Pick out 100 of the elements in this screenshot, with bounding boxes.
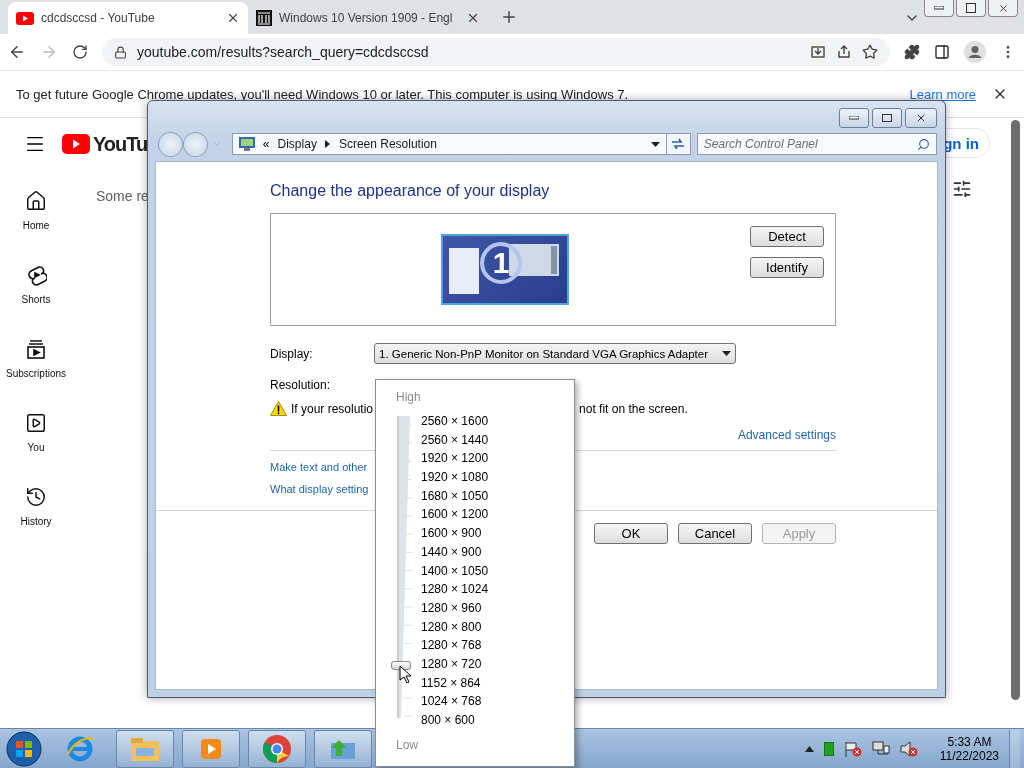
breadcrumb-item[interactable]: Screen Resolution [338,137,437,151]
resolution-option[interactable]: 1280 × 800 [421,617,489,637]
warning-text: If your resolutio [291,401,374,416]
close-icon[interactable] [226,11,240,25]
tab-title: cdcdsccsd - YouTube [41,11,156,25]
sidebar-item[interactable]: History [0,486,72,560]
resolution-option[interactable]: 1920 × 1080 [421,468,489,487]
monitor-drawing[interactable]: 1 [441,234,569,305]
profile-icon[interactable] [964,41,986,63]
search-icon[interactable] [917,137,930,151]
resolution-option[interactable]: 1920 × 1200 [421,449,489,469]
install-icon[interactable] [810,44,826,60]
network-icon[interactable] [871,740,890,757]
search-field[interactable]: Search Control Panel [696,133,937,155]
video-logo-icon [16,11,34,25]
site-logo[interactable]: YouTu [62,132,148,156]
sidebar-item[interactable]: You [0,412,72,486]
close-button[interactable] [905,108,937,128]
warning-text: not fit on the screen. [579,401,688,416]
display-select[interactable]: 1. Generic Non-PnP Monitor on Standard VGA Graphics Adapter [374,343,736,364]
sidebar-item[interactable]: Subscriptions [0,338,72,412]
side-panel-icon[interactable] [934,44,950,60]
media-player-taskbar-button[interactable] [182,729,240,768]
resolution-option[interactable]: 1280 × 1024 [421,580,489,599]
share-icon[interactable] [836,44,852,60]
playlist-icon [25,412,47,434]
dialog-button[interactable]: Cancel [678,523,752,544]
shorts-icon [25,264,47,286]
bookmark-star-icon[interactable] [862,44,878,60]
maximize-button[interactable] [956,0,986,17]
subscriptions-icon [25,338,47,360]
refresh-button[interactable] [666,133,691,155]
scrollbar-thumb[interactable] [1011,120,1020,700]
dialog-button[interactable]: Detect [750,226,824,247]
breadcrumb-item[interactable]: Display [277,137,317,151]
resolution-option[interactable]: 1280 × 720 [421,654,489,674]
advanced-settings-link[interactable]: Advanced settings [737,428,836,442]
dialog-button[interactable]: OK [594,523,668,544]
resolution-option[interactable]: 1600 × 1200 [421,505,489,525]
resolution-option[interactable]: 1152 × 864 [421,673,489,693]
sidebar-item[interactable]: Shorts [0,264,72,338]
resolution-label: Resolution: [270,378,332,392]
dropdown-arrow-icon[interactable] [650,141,660,147]
resolution-option[interactable]: 1280 × 768 [421,636,489,655]
resolution-option[interactable]: 2560 × 1600 [421,412,489,431]
resolution-option[interactable]: 1680 × 1050 [421,486,489,506]
control-panel-icon [238,137,255,151]
resolution-option[interactable]: 1400 × 1050 [421,561,489,581]
filter-icon[interactable] [952,179,972,199]
extensions-icon[interactable] [904,44,920,60]
resolution-option[interactable]: 1440 × 900 [421,542,489,562]
resolution-option[interactable]: 1280 × 960 [421,598,489,618]
sidebar-item[interactable]: Home [0,190,72,264]
minimize-icon [934,6,944,10]
breadcrumb-bar[interactable]: « Display Screen Resolution [231,133,667,155]
resolution-option[interactable]: 1600 × 900 [421,524,489,543]
flag-error-icon[interactable] [843,740,862,757]
new-tab-icon[interactable] [500,8,518,26]
tab-title: Windows 10 Version 1909 - Engl [279,11,454,25]
chrome-taskbar-button[interactable] [248,729,306,768]
refresh-icon [670,137,687,151]
separator-arrow-icon [324,140,331,148]
resolution-option[interactable]: 2560 × 1440 [421,430,489,450]
learn-more-link[interactable]: Learn more [909,86,976,102]
browser-tab[interactable]: Windows 10 Version 1909 - Engl [248,2,488,34]
maximize-icon [882,114,892,122]
browser-tab[interactable]: cdcdsccsd - YouTube [8,2,248,34]
resolution-option[interactable]: 1024 × 768 [421,692,489,711]
browser-logo-icon [262,733,292,764]
low-label: Low [396,737,418,752]
speaker-muted-icon[interactable] [899,740,918,757]
reload-icon[interactable] [72,44,88,60]
close-icon[interactable] [466,11,480,25]
start-button[interactable] [4,729,44,768]
minimize-icon [849,116,859,120]
help-link[interactable]: What display setting [270,483,369,495]
battery-icon[interactable] [823,741,834,756]
clock[interactable]: 5:33 AM 11/22/2023 [939,734,999,763]
minimize-button[interactable] [839,108,869,128]
building-icon [256,10,272,26]
back-icon[interactable] [8,43,26,61]
dialog-button[interactable]: Identify [750,257,824,278]
installer-taskbar-button[interactable] [314,729,372,768]
close-icon [997,2,1009,14]
overflow-chevrons[interactable]: « [262,137,270,151]
pointer-cursor-icon [399,664,411,683]
help-link[interactable]: Make text and other [270,461,368,473]
page-heading: Change the appearance of your display [270,182,551,201]
maximize-icon [966,3,976,13]
resolution-option[interactable]: 800 × 600 [421,711,489,730]
warning-icon [270,401,287,416]
close-icon [915,112,927,124]
history-icon [25,486,47,508]
address-bar[interactable]: youtube.com/results?search_query=cdcdsccsd [102,38,890,66]
lock-icon [114,45,127,59]
folder-taskbar-button[interactable] [116,729,174,768]
maximize-button[interactable] [872,108,902,128]
high-label: High [396,390,421,404]
folder-icon [130,735,160,762]
show-hidden-icons-icon[interactable] [804,745,814,752]
